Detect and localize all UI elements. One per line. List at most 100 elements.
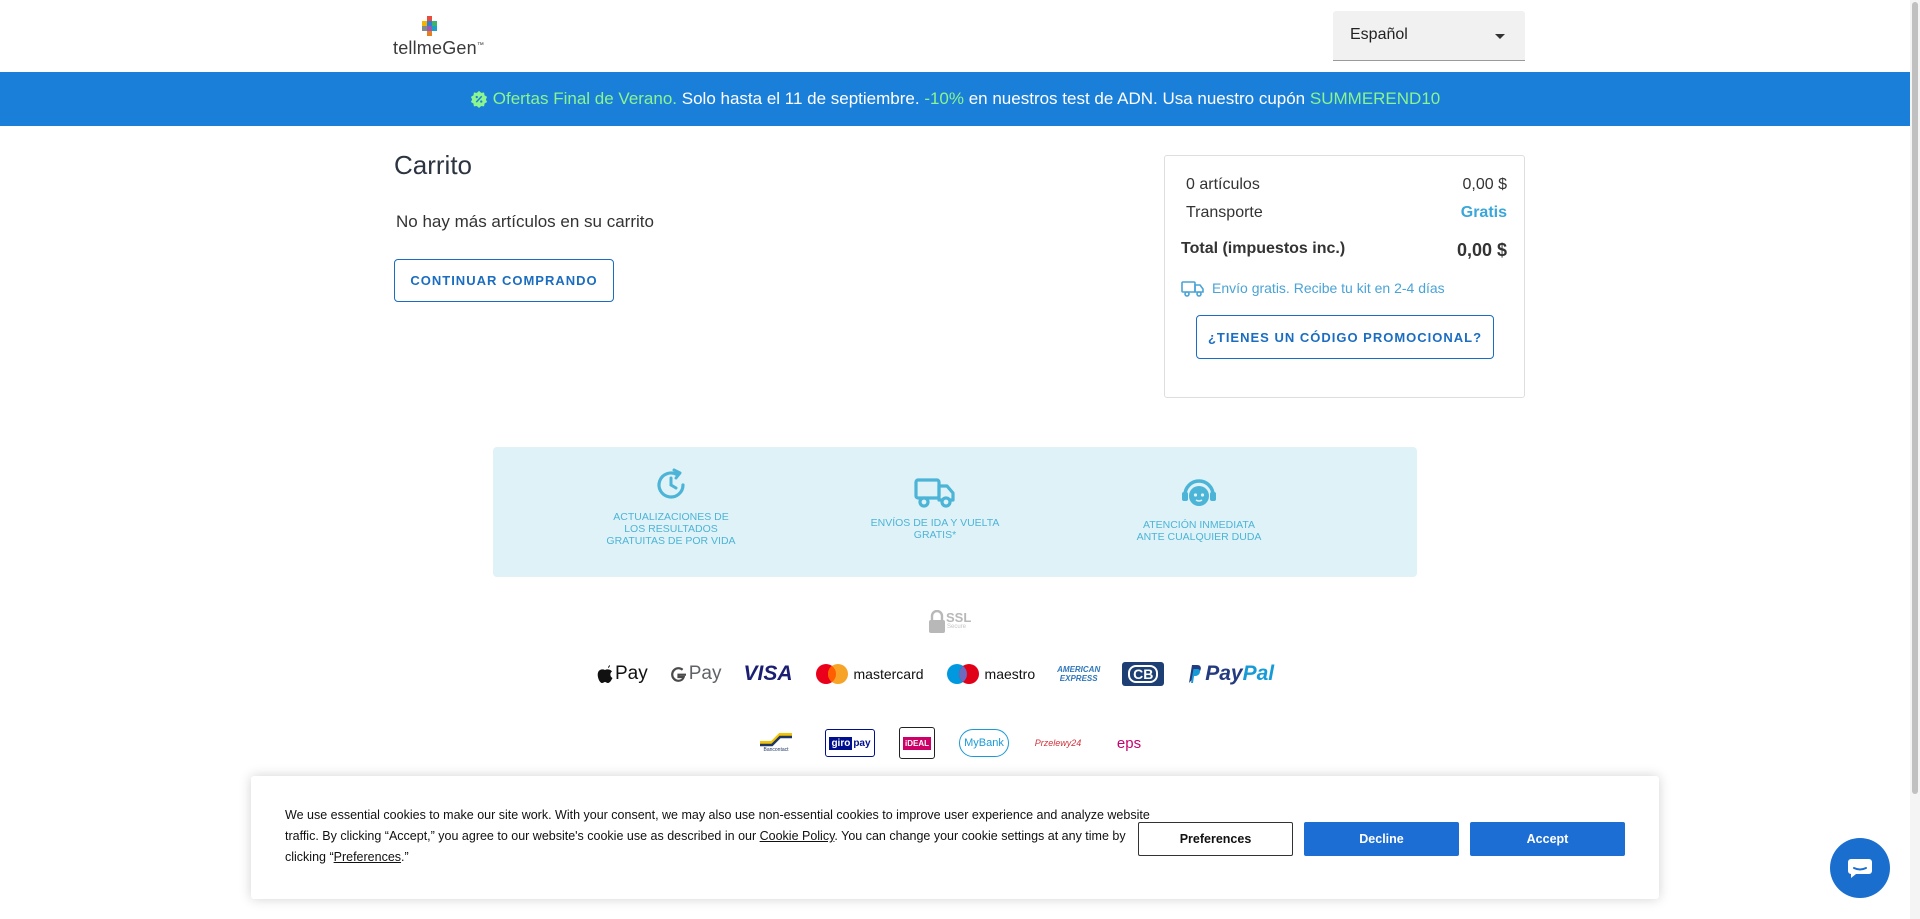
truck-icon xyxy=(1181,281,1204,297)
features-panel: ACTUALIZACIONES DE LOS RESULTADOS GRATUI… xyxy=(493,447,1417,577)
order-summary: 0 artículos 0,00 $ Transporte Gratis Tot… xyxy=(1164,155,1525,398)
total-label: Total (impuestos inc.) xyxy=(1181,240,1346,257)
giropay-logo: giro pay xyxy=(825,729,875,757)
shipping-label: Transporte xyxy=(1186,204,1263,221)
feature-lifetime-updates: ACTUALIZACIONES DE LOS RESULTADOS GRATUI… xyxy=(591,467,751,547)
payment-methods-row-1: Pay Pay VISA mastercard maestro AMERICAN… xyxy=(597,662,1296,686)
ideal-logo: iDEAL xyxy=(899,727,935,759)
tellmegen-logo[interactable]: tellmeGen™ xyxy=(393,16,485,60)
feature-1-line-2: LOS RESULTADOS xyxy=(624,523,718,535)
summary-total-row: Total (impuestos inc.) 0,00 $ xyxy=(1181,240,1507,261)
amex-line-1: AMERICAN xyxy=(1057,665,1101,674)
cookie-text: We use essential cookies to make our sit… xyxy=(285,805,1155,868)
cb-logo: CB xyxy=(1122,662,1165,686)
decline-button[interactable]: Decline xyxy=(1304,822,1459,856)
google-g-icon xyxy=(670,666,686,682)
logo-trademark: ™ xyxy=(476,42,485,49)
logo-mark-icon xyxy=(422,16,437,36)
empty-cart-message: No hay más artículos en su carrito xyxy=(396,212,654,231)
feature-1-line-1: ACTUALIZACIONES DE xyxy=(613,511,729,523)
banner-text-1: Solo hasta el 11 de septiembre. xyxy=(677,89,925,108)
payment-methods-row-2: Bancontact giro pay iDEAL MyBank Przelewy… xyxy=(751,727,1175,759)
scrollbar-thumb[interactable] xyxy=(1912,2,1918,794)
mastercard-logo: mastercard xyxy=(815,663,924,685)
feature-free-shipping: ENVÍOS DE IDA Y VUELTA GRATIS* xyxy=(855,477,1015,541)
apple-icon xyxy=(597,664,613,683)
summary-items-row: 0 artículos 0,00 $ xyxy=(1186,176,1507,194)
feature-1-line-3: GRATUITAS DE POR VIDA xyxy=(606,535,736,547)
ssl-sub-label: Secure xyxy=(947,624,967,630)
cb-text: CB xyxy=(1128,665,1159,683)
site-header: tellmeGen™ Español xyxy=(0,0,1910,72)
paypal-text-b: Pal xyxy=(1242,662,1275,685)
google-pay-text: Pay xyxy=(688,663,722,684)
ideal-text: iDEAL xyxy=(903,736,931,750)
maestro-text: maestro xyxy=(984,666,1036,682)
banner-coupon: SUMMEREND10 xyxy=(1309,89,1441,108)
total-value: 0,00 $ xyxy=(1456,240,1507,260)
maestro-circles-icon xyxy=(946,664,979,684)
feature-2-line-2: GRATIS* xyxy=(913,529,957,541)
mybank-logo: MyBank xyxy=(959,729,1009,757)
paypal-p-icon xyxy=(1189,665,1202,683)
chat-launcher-button[interactable] xyxy=(1830,838,1890,898)
shipping-value: Gratis xyxy=(1460,204,1507,221)
przelewy24-logo: Przelewy24 xyxy=(1033,729,1083,757)
feature-support: ATENCIÓN INMEDIATA ANTE CUALQUIER DUDA xyxy=(1119,477,1279,543)
feature-3-line-2: ANTE CUALQUIER DUDA xyxy=(1136,531,1262,543)
mastercard-circles-icon xyxy=(815,664,848,684)
banner-text-2: en nuestros test de ADN. Usa nuestro cup… xyxy=(964,89,1310,108)
giropay-text-a: giro xyxy=(829,736,853,750)
maestro-logo: maestro xyxy=(946,663,1036,685)
mastercard-text: mastercard xyxy=(853,666,924,682)
items-value: 0,00 $ xyxy=(1462,176,1507,193)
eps-text: eps xyxy=(1116,734,1142,752)
preferences-button[interactable]: Preferences xyxy=(1138,822,1293,856)
preferences-link[interactable]: Preferences xyxy=(334,850,401,864)
shipping-note-text: Envío gratis. Recibe tu kit en 2-4 días xyxy=(1212,280,1445,296)
banner-discount: -10% xyxy=(924,89,964,108)
percent-badge-icon xyxy=(470,90,487,108)
clock-refresh-icon xyxy=(657,468,685,499)
ssl-secure-badge: SSL Secure xyxy=(928,608,980,634)
eps-logo: eps xyxy=(1107,729,1151,757)
apple-pay-text: Pay xyxy=(615,663,648,684)
visa-logo: VISA xyxy=(744,662,793,686)
bancontact-icon xyxy=(760,733,792,747)
bancontact-logo: Bancontact xyxy=(751,729,801,757)
apple-pay-logo: Pay xyxy=(597,663,648,685)
banner-highlight: Ofertas Final de Verano. xyxy=(492,89,678,108)
items-count-label: 0 artículos xyxy=(1186,176,1260,193)
language-selected: Español xyxy=(1350,26,1408,43)
page-title: Carrito xyxy=(394,150,473,180)
support-agent-icon xyxy=(1182,479,1216,506)
amex-logo: AMERICAN EXPRESS xyxy=(1057,665,1100,683)
bancontact-text: Bancontact xyxy=(763,747,789,753)
language-select[interactable]: Español xyxy=(1333,11,1525,61)
cookie-policy-link[interactable]: Cookie Policy xyxy=(760,829,835,843)
visa-text: VISA xyxy=(743,662,793,685)
amex-line-2: EXPRESS xyxy=(1059,674,1098,683)
feature-3-line-1: ATENCIÓN INMEDIATA xyxy=(1142,519,1255,531)
promo-code-button[interactable]: ¿TIENES UN CÓDIGO PROMOCIONAL? xyxy=(1196,315,1494,359)
summary-shipping-row: Transporte Gratis xyxy=(1186,204,1507,222)
paypal-text-a: Pay xyxy=(1205,662,1243,685)
continue-shopping-button[interactable]: CONTINUAR COMPRANDO xyxy=(394,259,614,302)
shipping-note: Envío gratis. Recibe tu kit en 2-4 días xyxy=(1181,279,1445,297)
paypal-logo: Pay Pal xyxy=(1186,662,1274,686)
logo-text: tellmeGen xyxy=(393,38,477,58)
lock-icon xyxy=(929,610,945,633)
truck-icon xyxy=(914,478,955,508)
ssl-label: SSL xyxy=(946,610,972,625)
promo-banner: Ofertas Final de Verano. Solo hasta el 1… xyxy=(0,72,1910,126)
cookie-consent-banner: We use essential cookies to make our sit… xyxy=(251,776,1659,899)
cookie-text-part-3: .” xyxy=(401,850,409,864)
google-pay-logo: Pay xyxy=(670,663,722,685)
caret-down-icon xyxy=(1495,34,1505,39)
chat-bubble-icon xyxy=(1848,859,1872,878)
feature-2-line-1: ENVÍOS DE IDA Y VUELTA xyxy=(870,517,1000,529)
giropay-text-b: pay xyxy=(853,737,871,749)
przelewy24-text: Przelewy24 xyxy=(1034,738,1082,748)
accept-button[interactable]: Accept xyxy=(1470,822,1625,856)
mybank-text: MyBank xyxy=(964,737,1004,749)
